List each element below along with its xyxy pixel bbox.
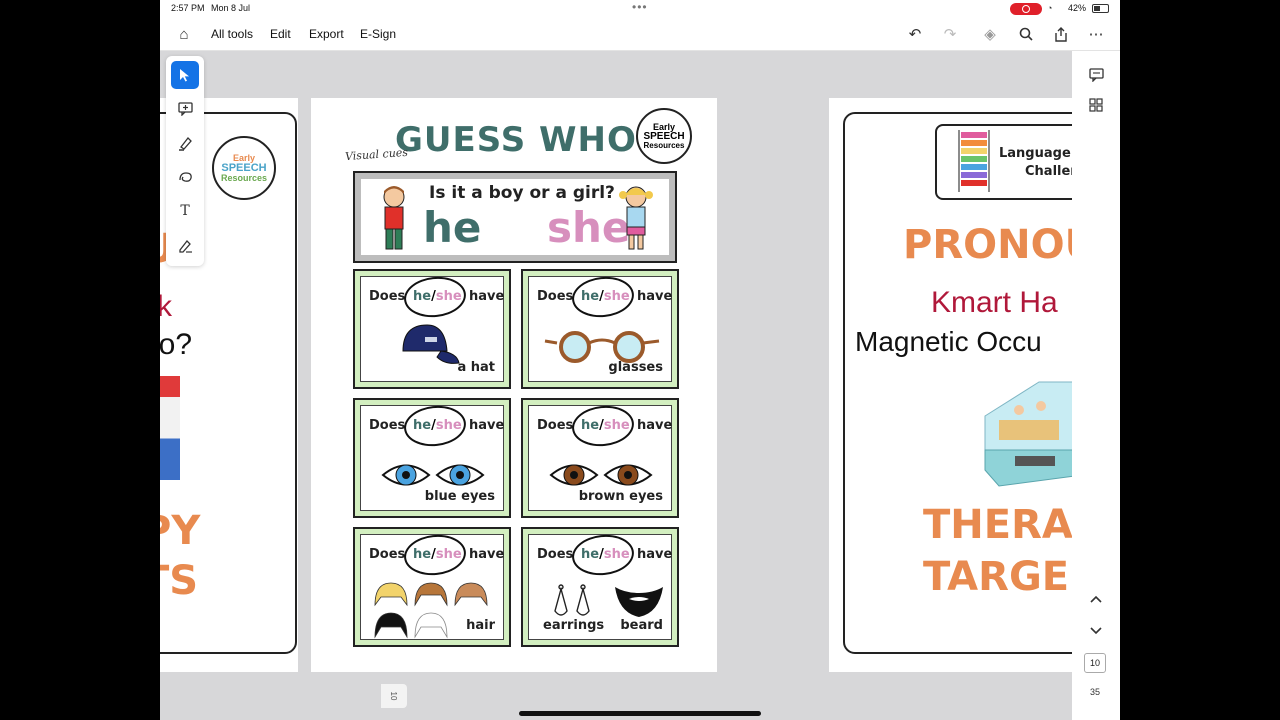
- boy-or-girl-banner: Is it a boy or a girl? he she: [353, 171, 677, 263]
- redo-icon[interactable]: ↷: [940, 24, 960, 44]
- brown-eyes-icon: [549, 464, 653, 486]
- page-title: GUESS WHO: [395, 120, 637, 160]
- page-thumbnail-tab[interactable]: 10: [381, 684, 407, 708]
- card-label: hair: [466, 618, 495, 633]
- storage-cart-icon: [958, 130, 990, 192]
- chevron-down-icon[interactable]: [1086, 621, 1106, 641]
- screen-recording-icon[interactable]: [1010, 3, 1042, 15]
- language-challenge-badge: Language T Challen: [935, 124, 1072, 200]
- current-page-indicator[interactable]: 10: [1084, 653, 1106, 673]
- card-label-earrings: earrings: [543, 618, 605, 633]
- right-heading-3: TARGE: [923, 554, 1070, 600]
- cap-icon: [402, 324, 460, 364]
- card-hat: Does he/she have a hat: [353, 269, 511, 389]
- add-comment-icon[interactable]: [171, 95, 199, 123]
- product-image: [160, 376, 180, 480]
- hand-drawn-circle: [402, 402, 468, 450]
- comments-panel-icon[interactable]: [1086, 65, 1106, 85]
- badge-line-2: Challen: [1025, 164, 1072, 179]
- multitasking-dots-icon[interactable]: •••: [632, 0, 648, 14]
- annotation-tool-palette: T: [166, 56, 204, 266]
- draw-tool-icon[interactable]: [171, 163, 199, 191]
- undo-icon[interactable]: ↶: [905, 24, 925, 44]
- card-label: blue eyes: [424, 489, 495, 504]
- right-page-card: Language T Challen PRONOU Kmart Ha Magne…: [843, 112, 1072, 654]
- search-icon[interactable]: [1016, 24, 1036, 44]
- status-time: 2:57 PM: [171, 3, 205, 13]
- app-toolbar: ⌂ All tools Edit Export E-Sign ↶ ↷ ◈ ⋯: [160, 18, 1120, 51]
- card-label: a hat: [457, 360, 495, 375]
- text-tool-icon[interactable]: T: [171, 197, 199, 225]
- chevron-up-icon[interactable]: [1086, 589, 1106, 609]
- early-speech-logo: Early SPEECH Resources: [212, 136, 276, 200]
- left-heading-3: TS: [160, 558, 199, 604]
- banner-question: Is it a boy or a girl?: [429, 183, 615, 203]
- boy-icon: [383, 186, 405, 250]
- card-label: glasses: [608, 360, 663, 375]
- home-indicator[interactable]: [519, 711, 761, 716]
- wifi-icon: ◔: [1047, 3, 1053, 13]
- right-subtitle-2: Magnetic Occu: [855, 326, 1042, 357]
- beard-icon: [615, 587, 663, 617]
- right-page: Language T Challen PRONOU Kmart Ha Magne…: [829, 98, 1072, 672]
- sign-tool-icon[interactable]: [171, 231, 199, 259]
- he-label: he: [423, 203, 482, 252]
- total-pages: 35: [1089, 687, 1100, 697]
- card-brown-eyes: Does he/she have brown eyes: [521, 398, 679, 518]
- ipad-screen: 2:57 PM Mon 8 Jul ••• ◔ 42% ⌂ All tools …: [160, 0, 1120, 720]
- edit-button[interactable]: Edit: [270, 27, 291, 41]
- she-label: she: [547, 203, 631, 252]
- magnetic-playset-image: [984, 381, 1072, 487]
- esign-button[interactable]: E-Sign: [360, 27, 396, 41]
- card-blue-eyes: Does he/she have blue eyes: [353, 398, 511, 518]
- home-icon[interactable]: ⌂: [174, 24, 194, 44]
- guess-who-page: GUESS WHO Visual cues Early SPEECH Resou…: [311, 98, 717, 672]
- hand-drawn-circle: [402, 273, 468, 321]
- share-icon[interactable]: [1051, 24, 1071, 44]
- left-subtitle-1: ck: [160, 290, 172, 324]
- more-options-icon[interactable]: ⋯: [1086, 24, 1106, 44]
- right-heading-2: THERA: [923, 502, 1072, 548]
- battery-percent: 42%: [1068, 3, 1087, 13]
- all-tools-button[interactable]: All tools: [211, 27, 253, 41]
- card-hair: Does he/she have hair: [353, 527, 511, 647]
- early-speech-logo: Early SPEECH Resources: [636, 108, 692, 164]
- status-date: Mon 8 Jul: [211, 3, 251, 13]
- earrings-icon: [554, 584, 590, 616]
- left-subtitle-2: ho?: [160, 328, 193, 361]
- liquid-mode-icon[interactable]: ◈: [980, 24, 1000, 44]
- left-heading-2: PY: [160, 508, 201, 554]
- hand-drawn-circle: [570, 273, 636, 321]
- right-heading-1: PRONOU: [903, 222, 1072, 268]
- export-button[interactable]: Export: [309, 27, 344, 41]
- page-thumbnails-icon[interactable]: [1086, 95, 1106, 115]
- highlight-tool-icon[interactable]: [171, 129, 199, 157]
- girl-icon: [619, 186, 653, 250]
- blue-eyes-icon: [381, 464, 485, 486]
- visual-cues-label: Visual cues: [344, 145, 409, 164]
- status-bar: 2:57 PM Mon 8 Jul ••• ◔ 42%: [160, 0, 1120, 18]
- card-earrings-beard: Does he/she have earrings beard: [521, 527, 679, 647]
- hand-drawn-circle: [402, 531, 468, 579]
- card-label-beard: beard: [620, 618, 663, 633]
- card-glasses: Does he/she have glasses: [521, 269, 679, 389]
- right-rail: 10 35: [1072, 51, 1120, 720]
- battery-icon: [1092, 4, 1109, 13]
- card-label: brown eyes: [578, 489, 663, 504]
- badge-line-1: Language T: [999, 146, 1072, 161]
- hand-drawn-circle: [570, 531, 636, 579]
- hand-drawn-circle: [570, 402, 636, 450]
- select-tool-icon[interactable]: [171, 61, 199, 89]
- right-subtitle-1: Kmart Ha: [931, 286, 1058, 319]
